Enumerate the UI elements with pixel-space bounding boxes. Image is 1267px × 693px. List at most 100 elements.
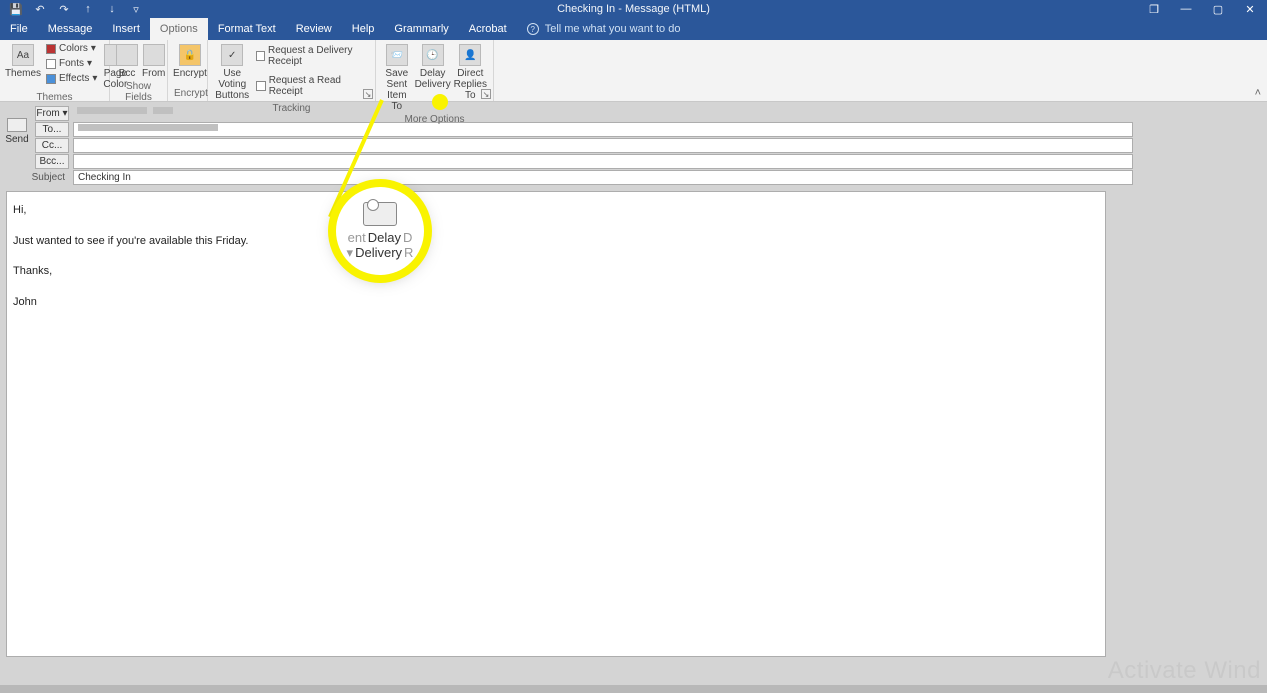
- effects-icon: [46, 74, 56, 84]
- bcc-icon: [116, 44, 138, 66]
- quick-access-toolbar: 💾 ↶ ↷ ↑ ↓ ▿: [0, 3, 142, 15]
- colors-label: Colors: [59, 43, 88, 54]
- delay-delivery-icon: 🕒: [422, 44, 444, 66]
- activate-windows-watermark: Activate Wind: [1108, 657, 1261, 685]
- callout-left-fragment: ent: [348, 230, 366, 245]
- from-toggle[interactable]: From: [142, 42, 165, 81]
- save-sent-item-button[interactable]: 📨 Save Sent Item To: [382, 42, 412, 114]
- from-button[interactable]: From ▾: [35, 106, 69, 121]
- lock-icon: 🔒: [179, 44, 201, 66]
- tell-me[interactable]: ? Tell me what you want to do: [517, 18, 681, 40]
- group-themes-label: Themes: [6, 92, 103, 105]
- delay-delivery-label: Delay Delivery: [415, 68, 451, 90]
- minimize-button[interactable]: —: [1179, 2, 1193, 16]
- group-encrypt-label: Encrypt: [174, 88, 201, 101]
- from-label: From: [142, 68, 165, 79]
- bcc-label: Bcc: [119, 68, 136, 79]
- effects-label: Effects: [59, 73, 89, 84]
- callout-circle: ent Delay D ▾ Delivery R: [336, 187, 424, 275]
- tab-insert[interactable]: Insert: [102, 18, 150, 40]
- tab-help[interactable]: Help: [342, 18, 385, 40]
- voting-label: Use Voting Buttons: [214, 68, 250, 101]
- group-encrypt: 🔒 Encrypt Encrypt: [168, 40, 208, 101]
- body-name: John: [13, 294, 1099, 311]
- callout-right-fragment: D: [403, 230, 412, 245]
- message-body[interactable]: Hi, Just wanted to see if you're availab…: [6, 191, 1106, 657]
- effects-button[interactable]: Effects▾: [44, 72, 99, 85]
- voting-buttons[interactable]: ✓ Use Voting Buttons: [214, 42, 250, 103]
- customize-qat-icon[interactable]: ▿: [130, 3, 142, 15]
- to-field[interactable]: [73, 122, 1133, 137]
- group-tracking: ✓ Use Voting Buttons Request a Delivery …: [208, 40, 376, 101]
- lightbulb-icon: ?: [527, 23, 539, 35]
- read-receipt-checkbox[interactable]: Request a Read Receipt: [254, 74, 369, 98]
- more-options-dialog-launcher-icon[interactable]: ↘: [481, 89, 491, 99]
- colors-icon: [46, 44, 56, 54]
- save-icon[interactable]: 💾: [10, 3, 22, 15]
- colors-button[interactable]: Colors▾: [44, 42, 99, 55]
- bcc-toggle[interactable]: Bcc: [116, 42, 138, 81]
- bcc-button[interactable]: Bcc...: [35, 154, 69, 169]
- send-button[interactable]: Send: [4, 116, 30, 147]
- fonts-label: Fonts: [59, 58, 84, 69]
- bcc-field[interactable]: [73, 154, 1133, 169]
- body-signoff: Thanks,: [13, 263, 1099, 280]
- callout-main-2: Delivery: [355, 245, 402, 260]
- group-themes: Aa Themes Colors▾ Fonts▾ Effects▾ Page C…: [0, 40, 110, 101]
- direct-replies-icon: 👤: [459, 44, 481, 66]
- group-show-fields: Bcc From Show Fields: [110, 40, 168, 101]
- callout-dot: [432, 94, 448, 110]
- callout-left-fragment2: ▾: [347, 245, 354, 261]
- save-sent-icon: 📨: [386, 44, 408, 66]
- down-arrow-icon[interactable]: ↓: [106, 3, 118, 15]
- tab-options[interactable]: Options: [150, 18, 208, 40]
- fonts-icon: [46, 59, 56, 69]
- up-arrow-icon[interactable]: ↑: [82, 3, 94, 15]
- collapse-ribbon-icon[interactable]: ˄: [1255, 87, 1261, 99]
- delay-delivery-zoom-icon: [363, 202, 397, 226]
- checkbox-icon: [256, 51, 265, 61]
- delivery-receipt-checkbox[interactable]: Request a Delivery Receipt: [254, 44, 369, 68]
- undo-icon[interactable]: ↶: [34, 3, 46, 15]
- delivery-receipt-label: Request a Delivery Receipt: [268, 45, 367, 67]
- close-button[interactable]: ✕: [1243, 2, 1257, 16]
- compose-area: Send From ▾ To... Cc... Bcc... Subject: [0, 102, 1267, 657]
- fonts-button[interactable]: Fonts▾: [44, 57, 99, 70]
- themes-label: Themes: [5, 68, 41, 79]
- popout-button[interactable]: ❐: [1147, 2, 1161, 16]
- tab-format-text[interactable]: Format Text: [208, 18, 286, 40]
- body-line-1: Just wanted to see if you're available t…: [13, 233, 1099, 250]
- save-sent-label: Save Sent Item To: [382, 68, 412, 112]
- window-title: Checking In - Message (HTML): [557, 3, 710, 15]
- ribbon-tabs: File Message Insert Options Format Text …: [0, 18, 1267, 40]
- cc-field[interactable]: [73, 138, 1133, 153]
- voting-icon: ✓: [221, 44, 243, 66]
- themes-button[interactable]: Aa Themes: [6, 42, 40, 81]
- group-tracking-label: Tracking: [214, 103, 369, 116]
- to-button[interactable]: To...: [35, 122, 69, 137]
- tab-review[interactable]: Review: [286, 18, 342, 40]
- subject-field[interactable]: [73, 170, 1133, 185]
- from-icon: [143, 44, 165, 66]
- tab-message[interactable]: Message: [38, 18, 103, 40]
- themes-icon: Aa: [12, 44, 34, 66]
- body-greeting: Hi,: [13, 202, 1099, 219]
- title-bar: 💾 ↶ ↷ ↑ ↓ ▿ Checking In - Message (HTML)…: [0, 0, 1267, 18]
- callout-main-1: Delay: [368, 230, 401, 245]
- tracking-dialog-launcher-icon[interactable]: ↘: [363, 89, 373, 99]
- maximize-button[interactable]: ▢: [1211, 2, 1225, 16]
- encrypt-label: Encrypt: [173, 68, 207, 79]
- bottom-strip: [0, 685, 1267, 693]
- encrypt-button[interactable]: 🔒 Encrypt: [174, 42, 206, 81]
- tab-grammarly[interactable]: Grammarly: [384, 18, 458, 40]
- redo-icon[interactable]: ↷: [58, 3, 70, 15]
- tab-file[interactable]: File: [0, 18, 38, 40]
- window-controls: ❐ — ▢ ✕: [1147, 2, 1267, 16]
- tab-acrobat[interactable]: Acrobat: [459, 18, 517, 40]
- delay-delivery-button[interactable]: 🕒 Delay Delivery: [416, 42, 450, 92]
- send-icon: [7, 118, 27, 132]
- cc-button[interactable]: Cc...: [35, 138, 69, 153]
- tell-me-placeholder: Tell me what you want to do: [545, 23, 681, 35]
- group-more-options: 📨 Save Sent Item To 🕒 Delay Delivery 👤 D…: [376, 40, 494, 101]
- read-receipt-label: Request a Read Receipt: [269, 75, 367, 97]
